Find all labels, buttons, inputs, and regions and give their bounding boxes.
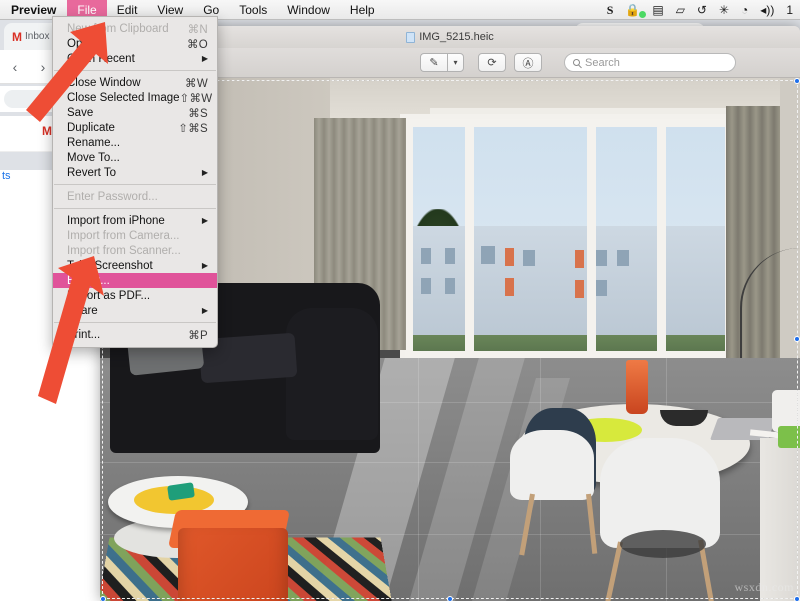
orange-vase	[626, 360, 648, 414]
menu-item-shortcut: ⌘N	[187, 23, 208, 36]
submenu-arrow-icon: ▶	[201, 306, 208, 315]
menu-item-label: Open...	[67, 37, 105, 50]
menu-item-label: Save	[67, 106, 94, 119]
menu-item-label: Duplicate	[67, 121, 115, 134]
menu-item-close-window[interactable]: Close Window ⌘W	[53, 75, 217, 90]
time-machine-icon[interactable]: ↺	[697, 0, 707, 20]
browser-nav-controls[interactable]: ‹ ›	[6, 58, 52, 76]
menu-item-print[interactable]: Print... ⌘P	[53, 327, 217, 342]
menu-item-save[interactable]: Save ⌘S	[53, 105, 217, 120]
forward-icon[interactable]: ›	[34, 58, 52, 76]
mail-tab-0[interactable]: ts	[2, 170, 11, 182]
menu-item-close-selected-image[interactable]: Close Selected Image ⇧⌘W	[53, 90, 217, 105]
battery-icon[interactable]: 1	[786, 0, 793, 20]
menu-item-label: Close Window	[67, 76, 141, 89]
selection-handle-tr[interactable]	[794, 78, 800, 84]
menu-item-take-screenshot[interactable]: Take Screenshot ▶	[53, 258, 217, 273]
menu-item-duplicate[interactable]: Duplicate ⇧⌘S	[53, 120, 217, 135]
menu-item-export-as-pdf[interactable]: Export as PDF...	[53, 288, 217, 303]
neighbour-building	[405, 226, 725, 351]
screen-recorder-icon[interactable]: ▤	[652, 0, 663, 20]
bluetooth-icon[interactable]: ✳	[719, 0, 729, 20]
submenu-arrow-icon: ▶	[201, 54, 208, 63]
menu-item-revert-to[interactable]: Revert To ▶	[53, 165, 217, 180]
sofa-arm	[286, 308, 378, 440]
menu-item-shortcut: ⌘W	[185, 77, 208, 90]
menu-item-label: Import from Camera...	[67, 229, 180, 242]
menu-item-label: Move To...	[67, 151, 120, 164]
menu-item-enter-password: Enter Password...	[53, 189, 217, 204]
kitchen-counter	[760, 438, 800, 601]
annotate-button[interactable]: Ⓐ	[514, 53, 542, 72]
menu-item-shortcut: ⌘P	[188, 329, 208, 342]
menu-item-label: Rename...	[67, 136, 121, 149]
preview-window-title: IMG_5215.heic	[419, 31, 494, 43]
volume-icon[interactable]: ◂))	[760, 0, 774, 20]
submenu-arrow-icon: ▶	[201, 261, 208, 270]
menu-item-label: New from Clipboard	[67, 22, 169, 35]
submenu-arrow-icon: ▶	[201, 168, 208, 177]
lock-green-dot-icon[interactable]: 🔒	[625, 0, 647, 20]
menubar-item-help[interactable]: Help	[340, 0, 385, 20]
chair-base	[620, 530, 706, 558]
menu-item-move-to[interactable]: Move To...	[53, 150, 217, 165]
menu-item-shortcut: ⌘S	[188, 107, 208, 120]
menu-item-label: Open Recent	[67, 52, 135, 65]
gmail-logo-icon: M	[42, 124, 52, 138]
watermark: wsxdn.com	[734, 580, 794, 594]
menu-item-label: Take Screenshot	[67, 259, 153, 272]
markup-pen-button[interactable]: ✎	[420, 53, 447, 72]
menu-item-share[interactable]: Share ▶	[53, 303, 217, 318]
selection-handle-mb[interactable]	[447, 596, 453, 601]
menu-item-label: Import from Scanner...	[67, 244, 181, 257]
file-dropdown-menu[interactable]: New from Clipboard ⌘N Open... ⌘O Open Recent…	[52, 16, 218, 348]
search-field[interactable]: Search	[564, 53, 736, 72]
menu-item-label: Enter Password...	[67, 190, 158, 203]
menu-item-import-from-camera: Import from Camera...	[53, 228, 217, 243]
menu-item-label: Import from iPhone	[67, 214, 165, 227]
screen: M Inbox (3) - Gmail Mail × + ‹ › M ⟳ 🔒 t…	[0, 0, 800, 601]
menu-separator	[54, 322, 216, 323]
skype-icon[interactable]: S	[607, 0, 614, 20]
menu-item-open[interactable]: Open... ⌘O	[53, 36, 217, 51]
menu-item-export[interactable]: Export...	[53, 273, 217, 288]
menu-item-import-from-iphone[interactable]: Import from iPhone ▶	[53, 213, 217, 228]
menu-item-new-from-clipboard: New from Clipboard ⌘N	[53, 21, 217, 36]
menu-item-label: Revert To	[67, 166, 117, 179]
selection-handle-br[interactable]	[794, 596, 800, 601]
menu-item-label: Export...	[67, 274, 110, 287]
orange-pouf	[178, 528, 288, 601]
menu-separator	[54, 70, 216, 71]
menu-item-label: Export as PDF...	[67, 289, 151, 302]
document-icon	[406, 31, 416, 43]
menubar-item-window[interactable]: Window	[277, 0, 340, 20]
menu-item-open-recent[interactable]: Open Recent ▶	[53, 51, 217, 66]
menu-item-shortcut: ⌘O	[186, 38, 208, 51]
selection-handle-bl[interactable]	[100, 596, 106, 601]
markup-chevron-down-icon[interactable]: ▾	[447, 53, 464, 72]
airplay-icon[interactable]: ▱	[676, 0, 685, 20]
menu-item-shortcut: ⇧⌘S	[178, 122, 208, 135]
menubar-item-tools[interactable]: Tools	[229, 0, 277, 20]
submenu-arrow-icon: ▶	[201, 216, 208, 225]
menu-separator	[54, 184, 216, 185]
menu-item-import-from-scanner: Import from Scanner...	[53, 243, 217, 258]
menu-item-rename[interactable]: Rename...	[53, 135, 217, 150]
search-placeholder: Search	[585, 56, 620, 69]
rotate-button[interactable]: ⟳	[478, 53, 506, 72]
menu-item-label: Close Selected Image	[67, 91, 180, 104]
selection-handle-mr[interactable]	[794, 336, 800, 342]
search-icon	[573, 59, 580, 66]
gmail-icon: M	[12, 29, 22, 44]
menu-item-shortcut: ⇧⌘W	[179, 92, 213, 105]
menubar-status-area[interactable]: S 🔒 ▤ ▱ ↺ ✳ ◔ ◂)) 1	[607, 0, 800, 20]
menu-separator	[54, 208, 216, 209]
menu-item-label: Print...	[67, 328, 101, 341]
back-icon[interactable]: ‹	[6, 58, 24, 76]
wifi-icon[interactable]: ◔	[741, 0, 748, 20]
green-box	[778, 426, 800, 448]
menu-item-label: Share	[67, 304, 98, 317]
dining-chair-left	[510, 430, 594, 500]
